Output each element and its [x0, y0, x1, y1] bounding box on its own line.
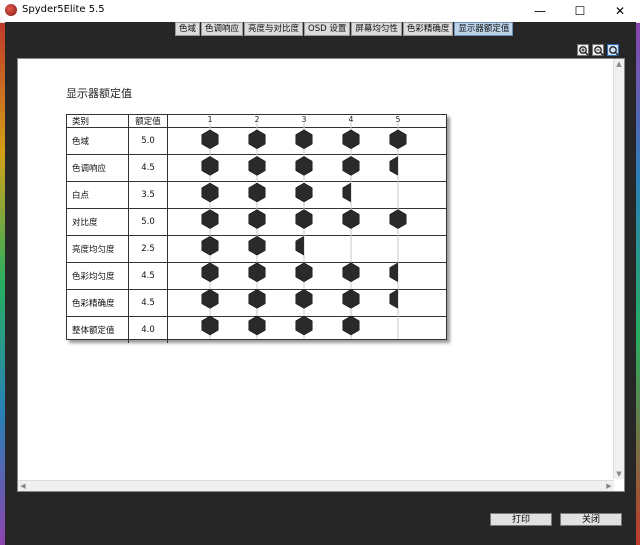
report-viewer[interactable]: 显示器额定值 类别 额定值 色域 5.0 色调响应 4.5 白点 3.5 对比度… — [17, 58, 625, 492]
report-tabs: 色域 色调响应 亮度与对比度 OSD 设置 屏幕均匀性 色彩精确度 显示器额定值 — [175, 22, 514, 36]
tab-color-accuracy[interactable]: 色彩精确度 — [402, 22, 454, 36]
row-rating: 4.0 — [128, 316, 168, 343]
row-category: 亮度均匀度 — [67, 235, 129, 263]
row-rating: 5.0 — [128, 208, 168, 236]
zoom-in-button[interactable] — [577, 44, 590, 57]
close-window-button[interactable]: ✕ — [600, 0, 640, 22]
zoom-fit-button[interactable] — [607, 44, 620, 57]
rating-table: 类别 额定值 色域 5.0 色调响应 4.5 白点 3.5 对比度 5.0 亮度… — [66, 114, 447, 343]
row-category: 白点 — [67, 181, 129, 209]
row-category: 色彩精确度 — [67, 289, 129, 317]
table-header: 类别 额定值 — [67, 115, 446, 128]
table-row: 亮度均匀度 2.5 — [67, 235, 446, 263]
tab-tone-response[interactable]: 色调响应 — [201, 22, 244, 36]
desktop-edge-right — [636, 22, 640, 545]
row-rating: 2.5 — [128, 235, 168, 263]
window-title: Spyder5Elite 5.5 — [22, 4, 105, 15]
row-category: 对比度 — [67, 208, 129, 236]
table-row: 色域 5.0 — [67, 127, 446, 155]
table-row: 色彩精确度 4.5 — [67, 289, 446, 317]
tab-screen-uniformity[interactable]: 屏幕均匀性 — [351, 22, 402, 36]
row-rating: 4.5 — [128, 262, 168, 290]
table-row: 色彩均匀度 4.5 — [67, 262, 446, 290]
zoom-fit-icon — [609, 46, 620, 57]
row-rating: 3.5 — [128, 181, 168, 209]
zoom-in-icon — [579, 46, 590, 57]
scroll-up-icon[interactable]: ▲ — [614, 59, 624, 69]
row-rating: 5.0 — [128, 127, 168, 155]
table-row: 色调响应 4.5 — [67, 154, 446, 182]
spyder-app-icon — [5, 4, 17, 16]
header-category: 类别 — [67, 115, 129, 128]
table-row: 整体额定值 4.0 — [67, 316, 446, 343]
title-bar: Spyder5Elite 5.5 — ☐ ✕ — [0, 0, 640, 23]
minimize-button[interactable]: — — [520, 0, 560, 22]
row-category: 色彩均匀度 — [67, 262, 129, 290]
main-window: 色域 色调响应 亮度与对比度 OSD 设置 屏幕均匀性 色彩精确度 显示器额定值… — [5, 22, 636, 545]
table-row: 白点 3.5 — [67, 181, 446, 209]
row-category: 整体额定值 — [67, 316, 129, 343]
tab-osd-settings[interactable]: OSD 设置 — [304, 22, 351, 36]
row-category: 色调响应 — [67, 154, 129, 182]
maximize-button[interactable]: ☐ — [560, 0, 600, 22]
print-button[interactable]: 打印 — [490, 513, 552, 526]
tab-gamut[interactable]: 色域 — [175, 22, 201, 36]
table-row: 对比度 5.0 — [67, 208, 446, 236]
zoom-out-icon — [594, 46, 605, 57]
horizontal-scrollbar[interactable]: ◀ ▶ — [18, 480, 614, 491]
scroll-right-icon[interactable]: ▶ — [604, 481, 614, 491]
vertical-scrollbar[interactable]: ▲ ▼ — [613, 59, 624, 479]
tab-display-rating[interactable]: 显示器额定值 — [454, 22, 514, 36]
tab-brightness-contrast[interactable]: 亮度与对比度 — [244, 22, 304, 36]
scroll-left-icon[interactable]: ◀ — [18, 481, 28, 491]
row-rating: 4.5 — [128, 154, 168, 182]
header-rating: 额定值 — [128, 115, 168, 128]
page-title: 显示器额定值 — [66, 87, 132, 100]
scroll-down-icon[interactable]: ▼ — [614, 469, 624, 479]
zoom-out-button[interactable] — [592, 44, 605, 57]
row-category: 色域 — [67, 127, 129, 155]
header-scale — [167, 115, 446, 128]
close-button[interactable]: 关闭 — [560, 513, 622, 526]
row-rating: 4.5 — [128, 289, 168, 317]
